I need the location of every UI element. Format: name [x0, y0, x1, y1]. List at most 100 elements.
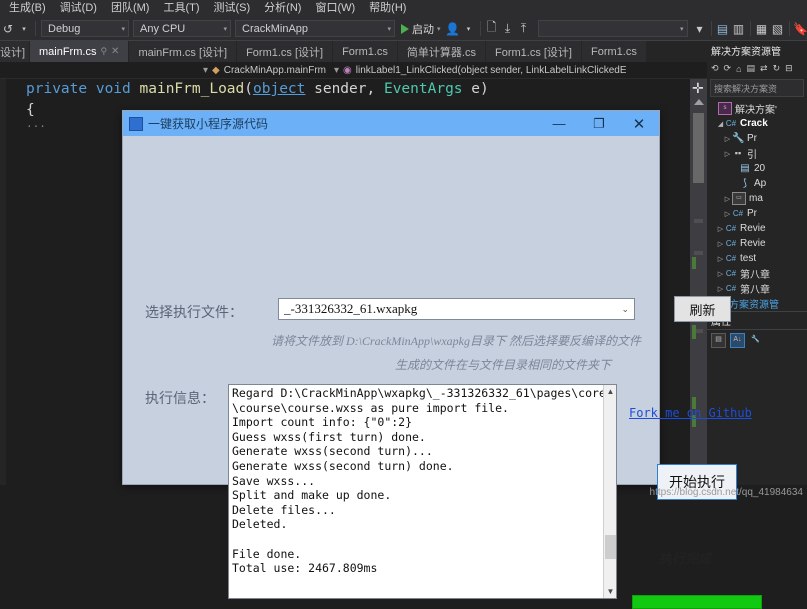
dialog-title-bar[interactable]: 一键获取小程序源代码 — ❐ ✕: [123, 111, 659, 136]
sync-icon[interactable]: ⇄: [760, 63, 768, 74]
expander-icon[interactable]: ▷: [723, 195, 732, 203]
expander-icon[interactable]: ▷: [723, 135, 732, 143]
wr-icon: 🔧: [732, 133, 744, 144]
expander-icon[interactable]: ▷: [716, 285, 725, 293]
pin-icon[interactable]: ⚲: [100, 46, 107, 57]
refresh-icon[interactable]: ↻: [773, 63, 781, 74]
start-debug-button[interactable]: 启动 ▾: [397, 21, 445, 37]
editor-saved-mark: [692, 325, 696, 339]
startup-project-combo[interactable]: CrackMinApp ▾: [235, 20, 395, 37]
new-file-icon[interactable]: 🗋: [484, 20, 500, 38]
tab-form1-cs[interactable]: Form1.cs: [333, 41, 398, 62]
menu-item-team[interactable]: 团队(M): [104, 0, 157, 17]
cs-icon: C#: [725, 223, 737, 234]
toolbox-icon[interactable]: ▦: [754, 20, 770, 38]
solution-tree-node[interactable]: ▷🔧Pr: [707, 131, 807, 146]
solution-tree-node[interactable]: ▷C#第八章: [707, 281, 807, 296]
editor-scrollbar-thumb[interactable]: [693, 113, 704, 183]
refresh-button[interactable]: 刷新: [674, 296, 731, 322]
solution-tree-node[interactable]: ▷C#Pr: [707, 206, 807, 221]
error-list-icon[interactable]: ▧: [770, 20, 786, 38]
collapse-all-icon[interactable]: ⊟: [785, 63, 793, 74]
scroll-up-arrow-icon[interactable]: [694, 99, 704, 105]
pending-changes-icon[interactable]: ▤: [747, 63, 756, 74]
close-icon[interactable]: ✕: [619, 111, 659, 136]
split-view-icon[interactable]: ✛: [692, 81, 704, 95]
solution-tree-node[interactable]: ▷C#test: [707, 251, 807, 266]
github-link[interactable]: Fork me on Github: [629, 406, 752, 420]
step-into-icon[interactable]: ⤓: [500, 20, 516, 38]
categorized-icon[interactable]: ▤: [711, 333, 726, 348]
alphabetical-icon[interactable]: A↓: [730, 333, 745, 348]
code-open-brace: {: [26, 102, 35, 118]
forward-icon[interactable]: ⟳: [724, 63, 732, 74]
solution-explorer-search[interactable]: 搜索解决方案资: [710, 79, 804, 97]
nav-type-scope[interactable]: ▾ ◆ CrackMinApp.mainFrm: [0, 63, 330, 78]
scroll-up-arrow-icon[interactable]: ▲: [604, 385, 617, 398]
scroll-down-arrow-icon[interactable]: ▼: [604, 585, 617, 598]
editor-scrollbar[interactable]: ✛: [690, 79, 707, 485]
file-select-combo[interactable]: _-331326332_61.wxapkg ⌄: [278, 298, 635, 320]
solution-tree-node[interactable]: ▷C#Revie: [707, 221, 807, 236]
log-scrollbar-thumb[interactable]: [605, 535, 616, 559]
solution-explorer-title: 解决方案资源管: [707, 41, 807, 60]
expander-icon[interactable]: ◢: [716, 120, 725, 128]
attach-process-icon[interactable]: 👤: [445, 20, 461, 38]
menu-item-test[interactable]: 测试(S): [207, 0, 258, 17]
expander-icon[interactable]: ▷: [716, 255, 725, 263]
menu-item-build[interactable]: 生成(B): [2, 0, 53, 17]
chevron-down-icon[interactable]: ▾: [437, 25, 441, 33]
expander-icon[interactable]: ▷: [723, 210, 732, 218]
bookmark-icon[interactable]: 🔖: [793, 20, 807, 38]
home-icon[interactable]: ⌂: [736, 64, 741, 74]
tab-label: 简单计算器.cs: [407, 44, 476, 60]
nav-member-label: linkLabel1_LinkClicked(object sender, Li…: [356, 65, 627, 76]
screen: 生成(B) 调试(D) 团队(M) 工具(T) 测试(S) 分析(N) 窗口(W…: [0, 0, 807, 500]
tab-form1-cs-2[interactable]: Form1.cs: [582, 41, 647, 62]
solution-tree-node[interactable]: s解决方案': [707, 101, 807, 116]
log-scrollbar[interactable]: ▲ ▼: [603, 385, 616, 598]
close-icon[interactable]: ✕: [111, 46, 119, 57]
tab-form1-designer-2[interactable]: Form1.cs [设计]: [486, 41, 582, 62]
build-platform-combo[interactable]: Any CPU ▾: [133, 20, 231, 37]
back-icon[interactable]: ⟲: [711, 63, 719, 74]
solution-tree-node[interactable]: ▷C#Revie: [707, 236, 807, 251]
solution-tree-node[interactable]: ◢C#Crack: [707, 116, 807, 131]
menu-item-window[interactable]: 窗口(W): [308, 0, 362, 17]
menu-item-analyze[interactable]: 分析(N): [257, 0, 308, 17]
expander-icon[interactable]: ▷: [716, 240, 725, 248]
tab-calculator-cs[interactable]: 简单计算器.cs: [398, 41, 486, 62]
tab-mainfrm-cs[interactable]: mainFrm.cs ⚲ ✕: [30, 41, 129, 62]
expander-icon[interactable]: ▷: [716, 270, 725, 278]
solution-tree-node[interactable]: ⟆Ap: [707, 176, 807, 191]
chevron-down-icon: ▾: [680, 25, 684, 33]
menu-item-tools[interactable]: 工具(T): [156, 0, 206, 17]
properties-icon[interactable]: 🔧: [749, 334, 762, 347]
menu-item-help[interactable]: 帮助(H): [362, 0, 413, 17]
log-output-box[interactable]: Regard D:\CrackMinApp\wxapkg\_-331326332…: [228, 384, 617, 599]
search-placeholder-label: 搜索解决方案资: [714, 82, 777, 95]
solution-tree-node[interactable]: ▷▪▪引: [707, 146, 807, 161]
undo-icon[interactable]: ↺: [0, 20, 16, 38]
properties-window-icon[interactable]: ▥: [731, 20, 747, 38]
toolbar-overflow-icon[interactable]: ▾: [461, 20, 477, 38]
menu-item-debug[interactable]: 调试(D): [53, 0, 104, 17]
solution-tree-node[interactable]: ▷▭ma: [707, 191, 807, 206]
crack-minapp-dialog: 一键获取小程序源代码 — ❐ ✕ 选择执行文件： _-331326332_61.…: [122, 110, 660, 485]
solution-explorer-icon[interactable]: ▤: [715, 20, 731, 38]
solution-tree-node[interactable]: ▤20: [707, 161, 807, 176]
quick-launch-search[interactable]: ▾: [538, 20, 688, 37]
undo-dropdown-icon[interactable]: ▾: [16, 20, 32, 38]
tab-mainfrm-designer[interactable]: mainFrm.cs [设计]: [129, 41, 237, 62]
expander-icon[interactable]: ▷: [723, 150, 732, 158]
step-over-icon[interactable]: ⤒: [516, 20, 532, 38]
toolbar-extra-dropdown-icon[interactable]: ▾: [692, 20, 708, 38]
minimize-icon[interactable]: —: [539, 111, 579, 136]
code-navigation-bar: ▾ ◆ CrackMinApp.mainFrm ▾ ◉ linkLabel1_L…: [0, 62, 807, 79]
tab-form1-designer[interactable]: Form1.cs [设计]: [237, 41, 333, 62]
expander-icon[interactable]: ▷: [716, 225, 725, 233]
solution-tree-node[interactable]: ▷C#第八章: [707, 266, 807, 281]
maximize-icon[interactable]: ❐: [579, 111, 619, 136]
build-configuration-combo[interactable]: Debug ▾: [41, 20, 129, 37]
tab-clipped-left[interactable]: 设计]: [0, 41, 30, 62]
